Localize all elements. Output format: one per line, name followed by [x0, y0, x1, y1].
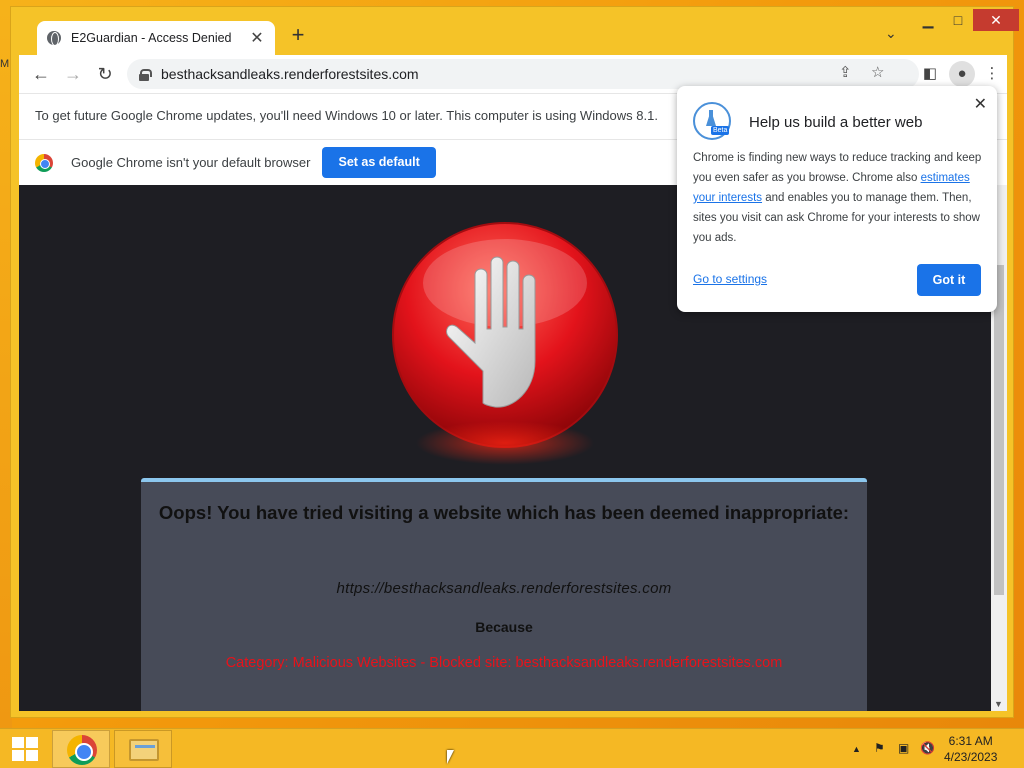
taskbar-file-explorer[interactable]	[114, 730, 172, 768]
block-reason: Category: Malicious Websites - Blocked s…	[225, 655, 783, 671]
url-text[interactable]: besthacksandleaks.renderforestsites.com	[161, 66, 419, 82]
go-to-settings-link[interactable]: Go to settings	[693, 272, 767, 286]
action-center-flag-icon[interactable]: ⚑	[874, 741, 885, 755]
chrome-icon	[67, 735, 97, 765]
lock-icon[interactable]	[139, 68, 152, 81]
reload-button[interactable]: ↻	[89, 58, 121, 90]
beta-badge: Beta	[711, 126, 730, 135]
popup-body: Chrome is finding new ways to reduce tra…	[693, 148, 983, 248]
forward-button[interactable]: →	[57, 58, 89, 90]
because-label: Because	[475, 619, 533, 635]
side-panel-icon[interactable]: ◧	[917, 61, 943, 87]
taskbar-chrome[interactable]	[52, 730, 110, 768]
set-as-default-button[interactable]: Set as default	[322, 147, 436, 178]
stop-glow	[415, 421, 595, 465]
clock[interactable]: 6:31 AM 4/23/2023	[944, 733, 997, 765]
volume-muted-icon[interactable]: 🔇	[920, 741, 935, 755]
popup-title: Help us build a better web	[749, 114, 923, 131]
tab-title: E2Guardian - Access Denied	[71, 31, 232, 45]
scroll-down-arrow[interactable]: ▼	[994, 699, 1003, 709]
scrollbar-thumb[interactable]	[994, 265, 1004, 595]
address-bar[interactable]: besthacksandleaks.renderforestsites.com …	[127, 59, 919, 89]
minimize-button[interactable]: ▁	[913, 9, 943, 31]
back-button[interactable]: ←	[25, 58, 57, 90]
taskbar: ▲ ⚑ ▣ 🔇 6:31 AM 4/23/2023	[0, 728, 1024, 768]
close-window-button[interactable]: ✕	[973, 9, 1019, 31]
clock-date: 4/23/2023	[944, 750, 998, 764]
blocked-heading: Oops! You have tried visiting a website …	[158, 502, 850, 523]
profile-avatar[interactable]: ●	[949, 61, 975, 87]
clock-time: 6:31 AM	[948, 734, 993, 748]
new-tab-button[interactable]: +	[287, 24, 309, 47]
tray-chevron-icon[interactable]: ▲	[852, 744, 861, 754]
chrome-logo-icon	[35, 153, 53, 172]
blocked-message-panel: Oops! You have tried visiting a website …	[141, 478, 867, 711]
globe-icon	[47, 31, 61, 46]
network-icon[interactable]: ▣	[898, 741, 909, 755]
got-it-button[interactable]: Got it	[917, 264, 981, 296]
mouse-cursor-icon	[447, 750, 454, 764]
tab-strip: E2Guardian - Access Denied ✕ + ⌄ ▁ □ ✕	[19, 7, 1019, 57]
maximize-button[interactable]: □	[943, 9, 973, 31]
menu-icon[interactable]: ⋮	[979, 61, 1005, 87]
default-browser-text: Google Chrome isn't your default browser	[71, 155, 311, 170]
bookmark-star-icon[interactable]: ☆	[871, 63, 884, 81]
blocked-url: https://besthacksandleaks.renderforestsi…	[336, 580, 672, 597]
tab-close-icon[interactable]: ✕	[249, 28, 265, 48]
desktop-edge-text: M	[0, 58, 10, 70]
beta-flask-icon: Beta	[693, 102, 731, 140]
start-button[interactable]	[12, 737, 38, 761]
update-infobar-text: To get future Google Chrome updates, you…	[35, 108, 658, 123]
share-icon[interactable]: ⇪	[839, 63, 852, 81]
privacy-sandbox-popup: ✕ Beta Help us build a better web Chrome…	[677, 86, 997, 312]
stop-hand-icon	[391, 221, 619, 465]
popup-close-icon[interactable]: ✕	[974, 94, 987, 114]
tab-search-icon[interactable]: ⌄	[885, 25, 897, 42]
tab-e2guardian[interactable]: E2Guardian - Access Denied ✕	[37, 21, 275, 55]
file-explorer-icon	[129, 739, 159, 761]
